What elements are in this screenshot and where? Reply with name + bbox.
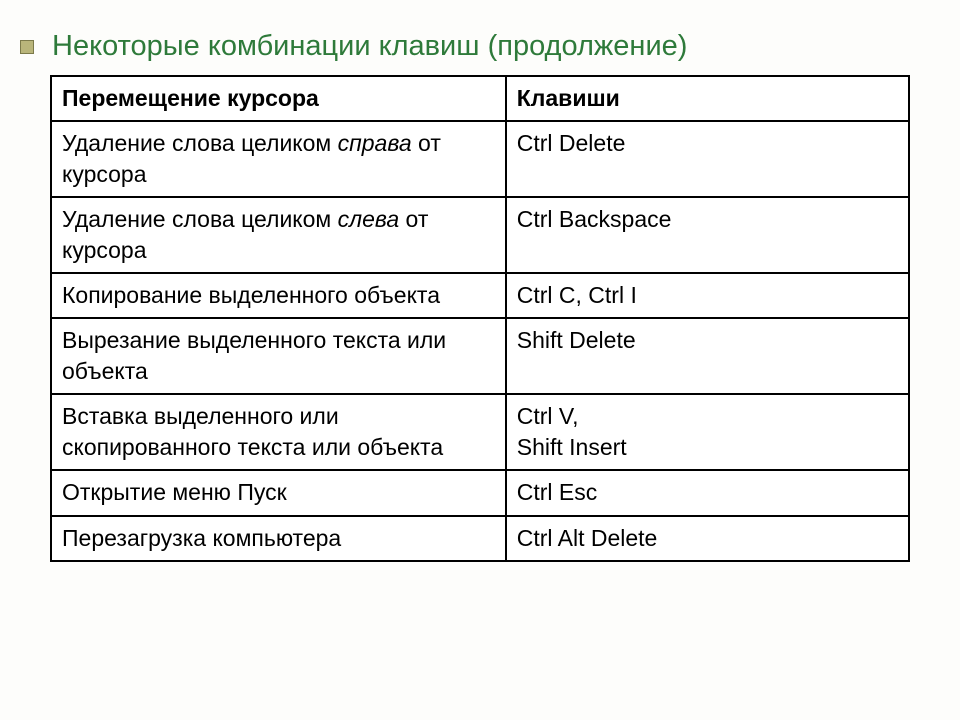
cell-description: Удаление слова целиком слева от курсора: [51, 197, 506, 273]
header-keys: Клавиши: [506, 76, 909, 121]
table-row: Перезагрузка компьютера Ctrl Alt Delete: [51, 516, 909, 561]
cell-keys: Ctrl Backspace: [506, 197, 909, 273]
slide: Некоторые комбинации клавиш (продолжение…: [0, 0, 960, 720]
cell-keys: Ctrl C, Ctrl I: [506, 273, 909, 318]
table-header-row: Перемещение курсора Клавиши: [51, 76, 909, 121]
title-bullet-icon: [20, 40, 34, 54]
header-description: Перемещение курсора: [51, 76, 506, 121]
table-row: Вырезание выделенного текста или объекта…: [51, 318, 909, 394]
cell-keys: Ctrl Alt Delete: [506, 516, 909, 561]
table-row: Открытие меню Пуск Ctrl Esc: [51, 470, 909, 515]
title-row: Некоторые комбинации клавиш (продолжение…: [50, 30, 910, 63]
cell-keys: Ctrl Delete: [506, 121, 909, 197]
cell-description: Вырезание выделенного текста или объекта: [51, 318, 506, 394]
cell-keys: Ctrl Esc: [506, 470, 909, 515]
slide-title: Некоторые комбинации клавиш (продолжение…: [52, 30, 687, 63]
cell-description: Открытие меню Пуск: [51, 470, 506, 515]
cell-description: Удаление слова целиком справа от курсора: [51, 121, 506, 197]
table-row: Копирование выделенного объекта Ctrl C, …: [51, 273, 909, 318]
cell-description: Копирование выделенного объекта: [51, 273, 506, 318]
cell-description: Перезагрузка компьютера: [51, 516, 506, 561]
cell-keys: Shift Delete: [506, 318, 909, 394]
table-row: Удаление слова целиком справа от курсора…: [51, 121, 909, 197]
table-row: Вставка выделенного или скопированного т…: [51, 394, 909, 470]
shortcuts-table: Перемещение курсора Клавиши Удаление сло…: [50, 75, 910, 562]
cell-keys: Ctrl V, Shift Insert: [506, 394, 909, 470]
cell-description: Вставка выделенного или скопированного т…: [51, 394, 506, 470]
table-row: Удаление слова целиком слева от курсора …: [51, 197, 909, 273]
